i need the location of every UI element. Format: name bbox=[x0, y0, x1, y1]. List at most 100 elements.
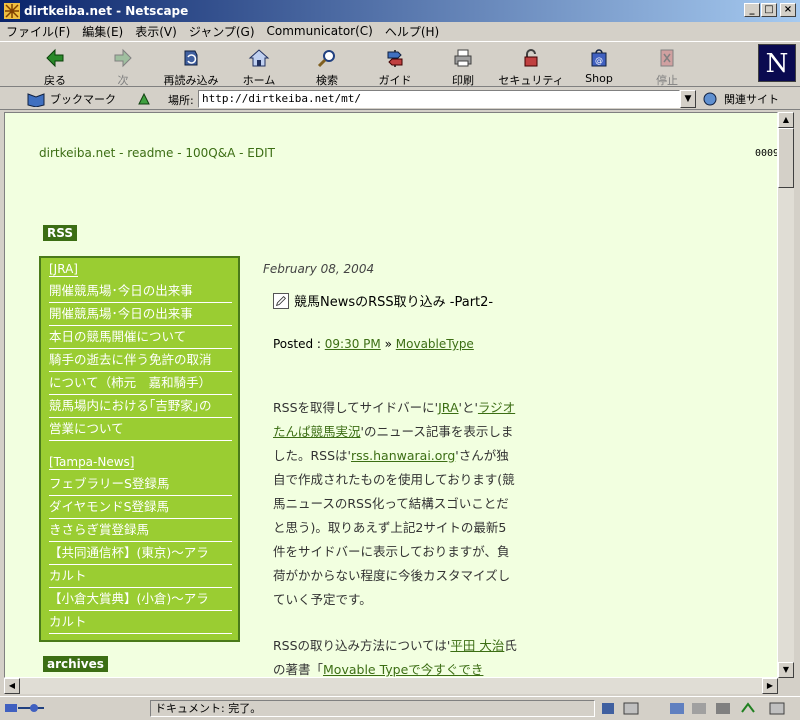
search-button[interactable]: 検索 bbox=[292, 45, 362, 87]
status-bar: ドキュメント: 完了。 bbox=[0, 696, 800, 720]
security-button[interactable]: セキュリティ bbox=[496, 45, 566, 87]
forward-button[interactable]: 次 bbox=[88, 45, 158, 87]
bookmarks-icon bbox=[27, 93, 45, 107]
entry-title: 競馬NewsのRSS取り込み -Part2- bbox=[273, 291, 493, 310]
reload-button[interactable]: 再読み込み bbox=[156, 45, 226, 87]
horizontal-scrollbar[interactable]: ◀ ▶ bbox=[4, 678, 778, 694]
bookmarks-button[interactable]: ブックマーク bbox=[26, 91, 152, 107]
nav-edit-link[interactable]: EDIT bbox=[247, 146, 275, 160]
guide-button[interactable]: ガイド bbox=[360, 45, 430, 87]
title-bar: dirtkeiba.net - Netscape _ □ × bbox=[0, 0, 800, 22]
print-label: 印刷 bbox=[452, 74, 474, 87]
tampa-news-item[interactable]: きさらぎ賞登録馬 bbox=[49, 519, 232, 542]
menu-view[interactable]: 表示(V) bbox=[135, 23, 177, 40]
related-sites-button[interactable]: 関連サイト bbox=[702, 91, 779, 107]
scroll-down-icon[interactable]: ▼ bbox=[778, 662, 794, 678]
nav-readme-link[interactable]: readme bbox=[127, 146, 173, 160]
nav-separator: - bbox=[115, 146, 128, 160]
tampa-news-item[interactable]: 【小倉大賞典】(小倉)～アラ bbox=[49, 588, 232, 611]
home-label: ホーム bbox=[242, 74, 276, 87]
nav-site-link[interactable]: dirtkeiba.net bbox=[39, 146, 115, 160]
author-link[interactable]: 平田 大治 bbox=[450, 638, 504, 653]
menu-help[interactable]: ヘルプ(H) bbox=[385, 23, 439, 40]
location-toolbar: ブックマーク 場所: http://dirtkeiba.net/mt/ ▼ 関連… bbox=[0, 88, 800, 110]
svg-text:@: @ bbox=[595, 56, 603, 65]
close-button[interactable]: × bbox=[780, 3, 796, 17]
jra-news-item[interactable]: 営業について bbox=[49, 418, 232, 441]
menu-edit[interactable]: 編集(E) bbox=[82, 23, 123, 40]
entry-body: RSSを取得してサイドバーに'JRA'と'ラジオたんぱ競馬実況'のニュース記事を… bbox=[273, 396, 518, 677]
archives-section-label: archives bbox=[43, 656, 108, 672]
related-sites-label: 関連サイト bbox=[724, 93, 779, 106]
maximize-button[interactable]: □ bbox=[761, 3, 777, 17]
url-input[interactable]: http://dirtkeiba.net/mt/ bbox=[198, 90, 680, 108]
jra-news-item[interactable]: 競馬場内における｢吉野家｣の bbox=[49, 395, 232, 418]
location-label: 場所: bbox=[168, 94, 194, 107]
rss-hanwarai-link[interactable]: rss.hanwarai.org bbox=[351, 448, 455, 463]
netscape-logo[interactable]: N bbox=[758, 44, 796, 82]
menu-go[interactable]: ジャンプ(G) bbox=[189, 23, 255, 40]
entry-title-text: 競馬NewsのRSS取り込み -Part2- bbox=[294, 295, 494, 310]
shop-bag-icon: @ bbox=[591, 49, 607, 67]
status-message: ドキュメント: 完了。 bbox=[150, 700, 595, 717]
site-nav: dirtkeiba.net - readme - 100Q&A - EDIT bbox=[39, 146, 275, 160]
body-text-run: 'さんが独自で作成されたものを使用しております(競馬ニュースのRSS化って結構ス… bbox=[273, 448, 515, 607]
tampa-heading[interactable]: [Tampa-News] bbox=[49, 455, 135, 470]
jra-news-item[interactable]: 本日の競馬開催について bbox=[49, 326, 232, 349]
nav-qa-link[interactable]: 100Q&A bbox=[185, 146, 235, 160]
vertical-scrollbar[interactable]: ▲ ▼ bbox=[778, 112, 794, 678]
minimize-button[interactable]: _ bbox=[744, 3, 760, 17]
search-label: 検索 bbox=[316, 74, 338, 87]
search-icon bbox=[317, 50, 335, 68]
tampa-news-item[interactable]: フェブラリーS登録馬 bbox=[49, 473, 232, 496]
shop-label: Shop bbox=[585, 72, 613, 85]
printer-icon bbox=[454, 49, 472, 67]
back-button[interactable]: 戻る bbox=[20, 45, 90, 87]
tampa-news-item[interactable]: カルト bbox=[49, 611, 232, 634]
menu-file[interactable]: ファイル(F) bbox=[6, 23, 70, 40]
jra-heading[interactable]: [JRA] bbox=[49, 262, 78, 277]
security-label: セキュリティ bbox=[498, 74, 564, 87]
jra-news-item[interactable]: 開催競馬場･今日の出来事 bbox=[49, 303, 232, 326]
related-sites-icon bbox=[703, 92, 717, 106]
scroll-up-icon[interactable]: ▲ bbox=[778, 112, 794, 128]
reload-label: 再読み込み bbox=[163, 74, 219, 87]
scroll-thumb[interactable] bbox=[778, 128, 794, 188]
tampa-news-item[interactable]: カルト bbox=[49, 565, 232, 588]
entry-paragraph: RSSの取り込み方法については'平田 大治氏の著書「Movable Typeで今… bbox=[273, 634, 518, 677]
page-proxy-icon[interactable] bbox=[136, 91, 152, 107]
home-icon bbox=[248, 49, 270, 67]
connection-icon bbox=[5, 704, 44, 712]
posted-label: Posted : bbox=[273, 337, 325, 351]
bookmarks-label: ブックマーク bbox=[50, 93, 116, 106]
jra-news-item[interactable]: 騎手の逝去に伴う免許の取消 bbox=[49, 349, 232, 372]
nav-separator: - bbox=[173, 146, 186, 160]
posted-separator: » bbox=[380, 337, 396, 351]
print-button[interactable]: 印刷 bbox=[428, 45, 498, 87]
component-icons[interactable] bbox=[600, 700, 796, 717]
scroll-right-icon[interactable]: ▶ bbox=[762, 678, 778, 694]
component-bar bbox=[600, 700, 796, 717]
back-label: 戻る bbox=[44, 74, 66, 87]
posted-category-link[interactable]: MovableType bbox=[396, 337, 474, 351]
jra-link[interactable]: JRA bbox=[438, 400, 458, 415]
url-dropdown-icon[interactable]: ▼ bbox=[680, 90, 696, 108]
body-text-run: RSSの取り込み方法については' bbox=[273, 638, 451, 653]
visit-counter: 0009 bbox=[755, 148, 778, 159]
home-button[interactable]: ホーム bbox=[224, 45, 294, 87]
book-link[interactable]: Movable Typeで今すぐでき bbox=[323, 662, 483, 677]
tampa-news-item[interactable]: ダイヤモンドS登録馬 bbox=[49, 496, 232, 519]
entry-paragraph: RSSを取得してサイドバーに'JRA'と'ラジオたんぱ競馬実況'のニュース記事を… bbox=[273, 396, 518, 612]
menu-communicator[interactable]: Communicator(C) bbox=[267, 24, 373, 38]
jra-news-item[interactable]: 開催競馬場･今日の出来事 bbox=[49, 280, 232, 303]
stop-icon bbox=[660, 49, 674, 67]
posted-time-link[interactable]: 09:30 PM bbox=[325, 337, 381, 351]
body-text-run: RSSを取得してサイドバーに' bbox=[273, 400, 439, 415]
guide-label: ガイド bbox=[378, 74, 412, 87]
stop-button[interactable]: 停止 bbox=[632, 45, 702, 87]
shop-button[interactable]: @ Shop bbox=[564, 45, 634, 85]
tampa-news-item[interactable]: 【共同通信杯】(東京)～アラ bbox=[49, 542, 232, 565]
jra-news-item[interactable]: について（柿元 嘉和騎手） bbox=[49, 372, 232, 395]
netscape-app-icon bbox=[4, 3, 20, 19]
scroll-left-icon[interactable]: ◀ bbox=[4, 678, 20, 694]
